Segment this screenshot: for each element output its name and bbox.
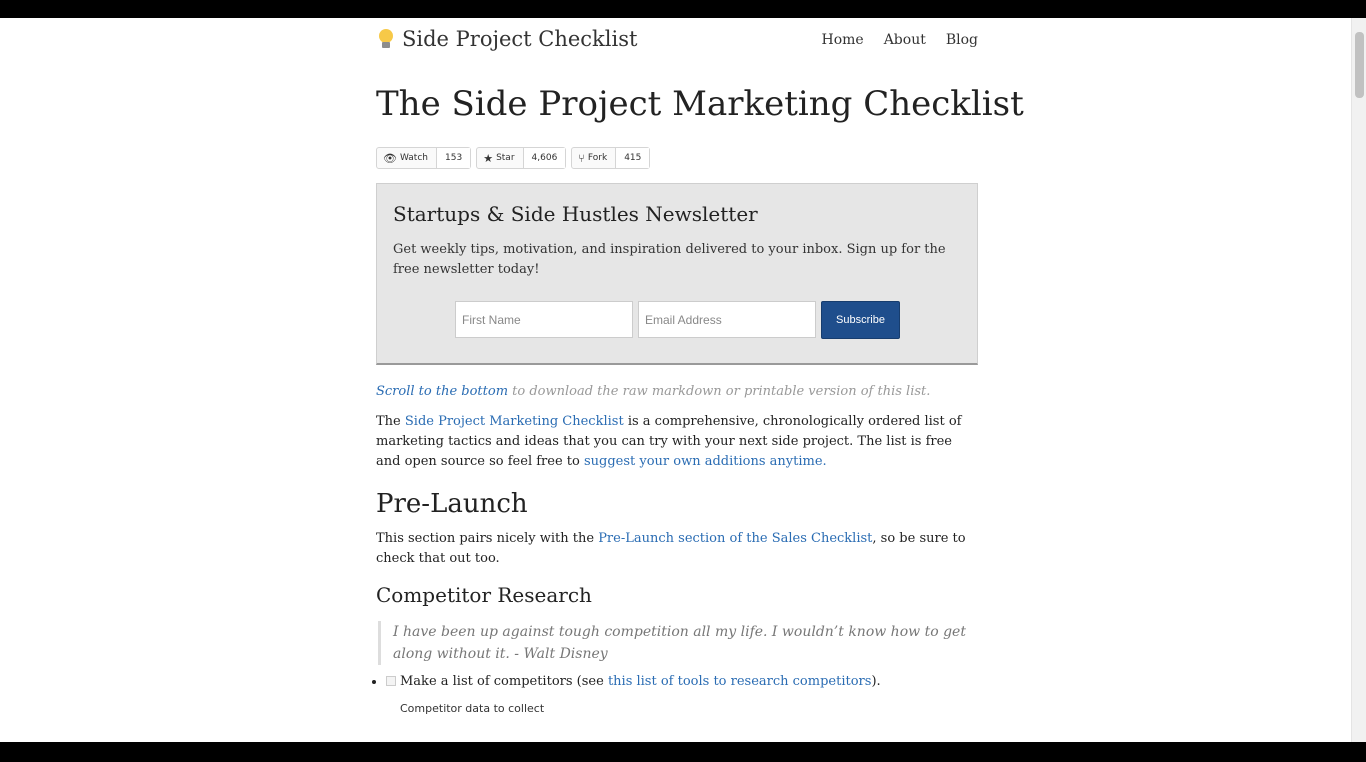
star-button[interactable]: ★ Star 4,606: [476, 147, 567, 169]
scroll-note-text: to download the raw markdown or printabl…: [508, 384, 931, 399]
suggest-additions-link[interactable]: suggest your own additions anytime.: [584, 454, 827, 469]
newsletter-title: Startups & Side Hustles Newsletter: [393, 202, 758, 226]
star-icon: ★: [483, 151, 494, 165]
brand-name: Side Project Checklist: [402, 27, 638, 51]
checklist-link[interactable]: Side Project Marketing Checklist: [405, 414, 624, 429]
site-header: Side Project Checklist Home About Blog: [376, 18, 978, 64]
brand-link[interactable]: Side Project Checklist: [376, 27, 637, 51]
star-label: Star: [496, 153, 515, 163]
subsection-heading-competitor-research: Competitor Research: [376, 583, 592, 607]
page-title: The Side Project Marketing Checklist: [376, 84, 1024, 124]
nav-home[interactable]: Home: [821, 32, 863, 48]
task-prefix: Make a list of competitors (see: [400, 674, 608, 689]
lightbulb-icon: [376, 28, 396, 50]
watch-button[interactable]: 👁 Watch 153: [376, 147, 472, 169]
newsletter-box: Startups & Side Hustles Newsletter Get w…: [376, 183, 978, 365]
pairs-paragraph: This section pairs nicely with the Pre-L…: [376, 529, 978, 569]
task-checkbox[interactable]: [386, 676, 396, 686]
fork-count[interactable]: 415: [616, 148, 650, 168]
scroll-note: Scroll to the bottom to download the raw…: [376, 382, 978, 402]
quote-block: I have been up against tough competition…: [378, 621, 978, 665]
email-input[interactable]: [638, 301, 816, 338]
sales-checklist-link[interactable]: Pre-Launch section of the Sales Checklis…: [598, 531, 872, 546]
task-item: Make a list of competitors (see this lis…: [386, 672, 978, 692]
browser-viewport: Side Project Checklist Home About Blog T…: [0, 18, 1366, 742]
intro-prefix: The: [376, 414, 405, 429]
watch-label: Watch: [399, 153, 428, 163]
section-heading-pre-launch: Pre-Launch: [376, 489, 528, 519]
page-container: Side Project Checklist Home About Blog T…: [376, 18, 1024, 715]
star-count[interactable]: 4,606: [523, 148, 566, 168]
github-buttons: 👁 Watch 153 ★ Star 4,606 ⑂ Fork 415: [376, 147, 651, 169]
vertical-scrollbar[interactable]: [1351, 18, 1366, 742]
newsletter-description: Get weekly tips, motivation, and inspira…: [393, 242, 946, 277]
competitor-tools-link[interactable]: this list of tools to research competito…: [608, 674, 872, 689]
competitor-data-label: Competitor data to collect: [400, 702, 545, 715]
subscribe-button[interactable]: Subscribe: [821, 301, 900, 339]
task-list: Make a list of competitors (see this lis…: [376, 672, 978, 692]
eye-icon: 👁: [383, 151, 397, 165]
scrollbar-thumb[interactable]: [1355, 32, 1364, 98]
nav-blog[interactable]: Blog: [946, 32, 978, 48]
first-name-input[interactable]: [455, 301, 633, 338]
fork-button[interactable]: ⑂ Fork 415: [571, 147, 651, 169]
watch-count[interactable]: 153: [437, 148, 471, 168]
fork-icon: ⑂: [578, 151, 585, 165]
fork-label: Fork: [587, 153, 608, 163]
task-suffix: ).: [871, 674, 881, 689]
article-content: Scroll to the bottom to download the raw…: [376, 382, 978, 719]
newsletter-form: Subscribe: [455, 301, 900, 339]
nav-about[interactable]: About: [884, 32, 926, 48]
pairs-prefix: This section pairs nicely with the: [376, 531, 599, 546]
main-nav: Home About Blog: [821, 32, 978, 48]
scroll-to-bottom-link[interactable]: Scroll to the bottom: [376, 384, 508, 399]
intro-paragraph: The Side Project Marketing Checklist is …: [376, 412, 978, 472]
